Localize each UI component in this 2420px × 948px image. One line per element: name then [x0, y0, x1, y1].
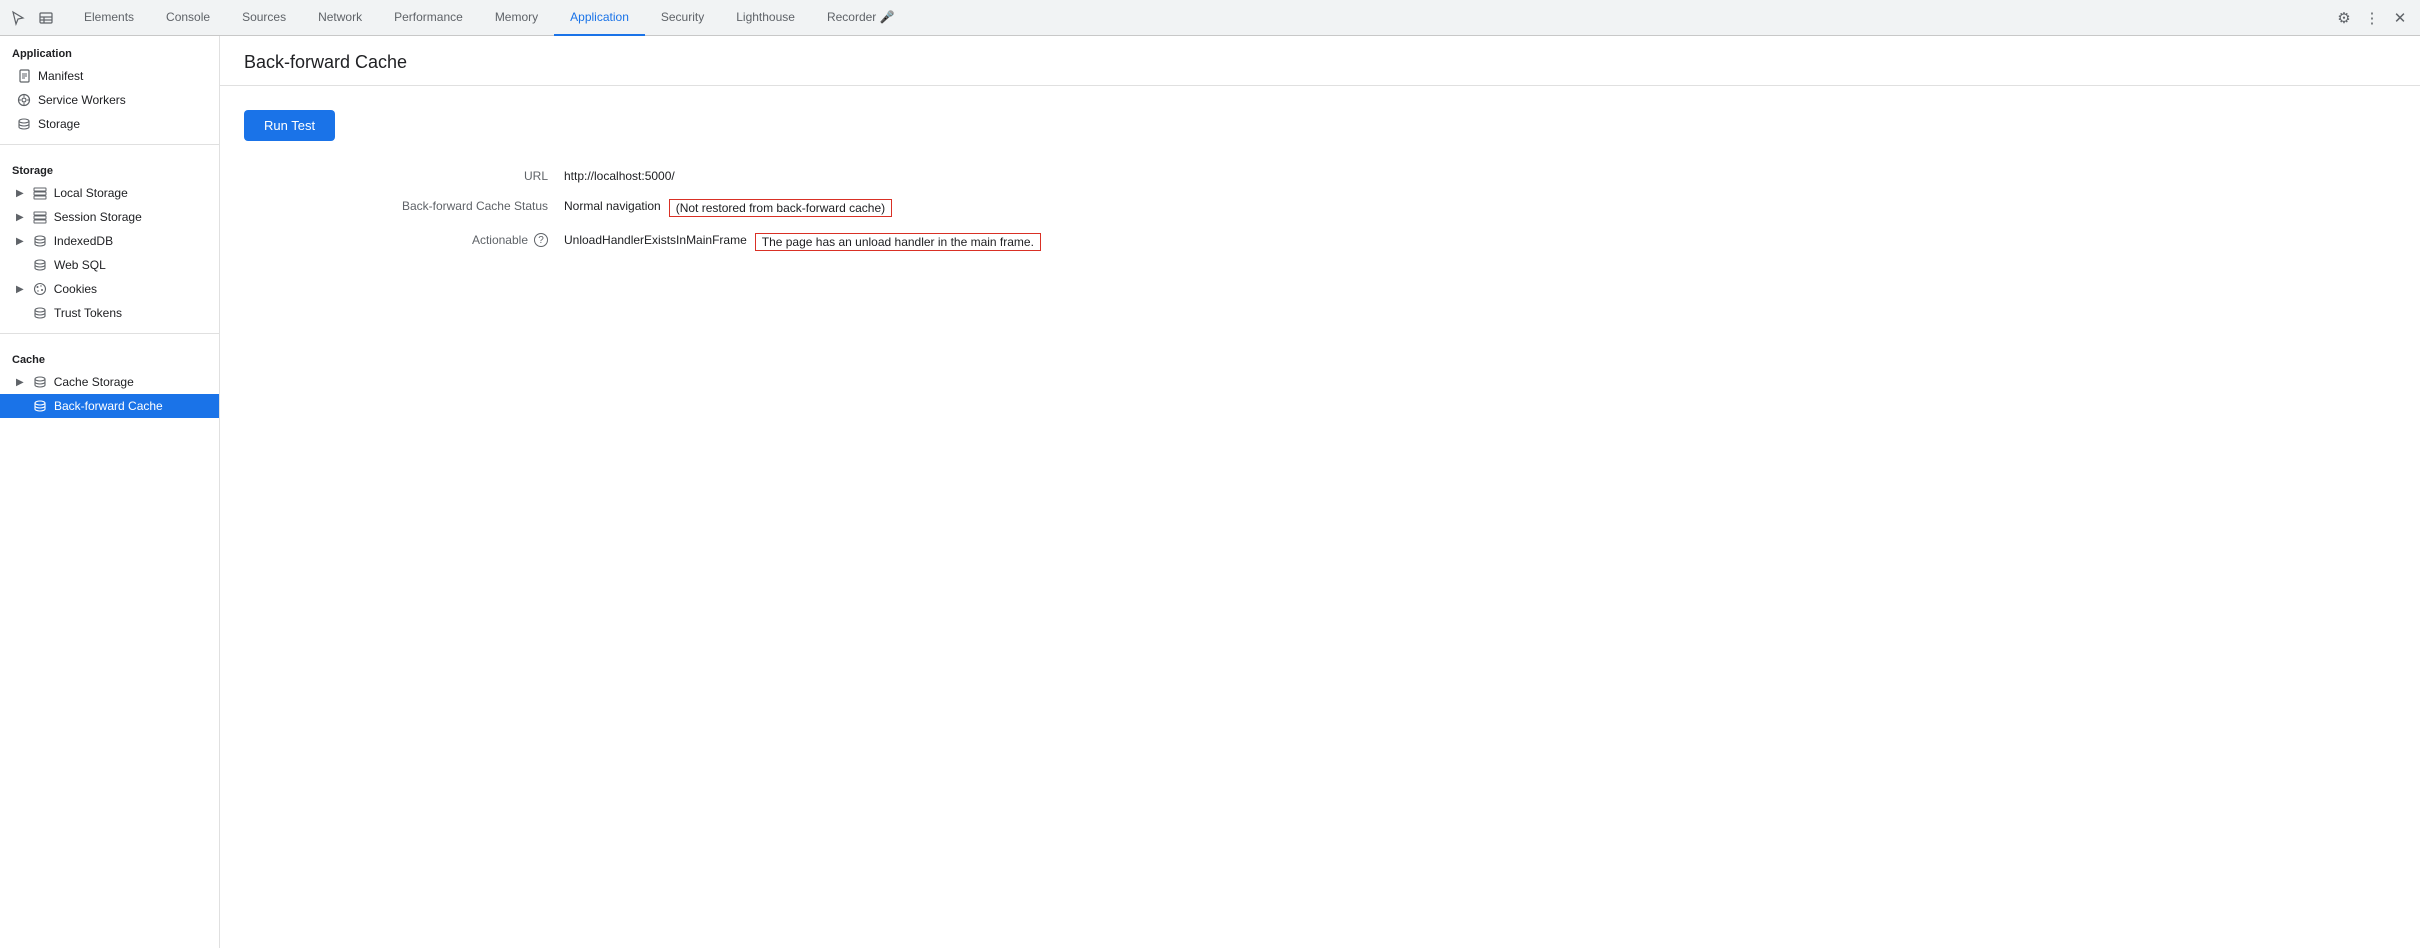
sidebar-item-local-storage[interactable]: ▶ Local Storage — [0, 181, 219, 205]
tab-memory[interactable]: Memory — [479, 0, 554, 36]
tab-recorder[interactable]: Recorder 🎤 — [811, 0, 911, 36]
back-forward-cache-icon — [32, 399, 48, 413]
sidebar-item-cookies[interactable]: ▶ Cookies — [0, 277, 219, 301]
cookies-icon — [32, 282, 48, 296]
tab-security[interactable]: Security — [645, 0, 720, 36]
status-normal-text: Normal navigation — [564, 199, 661, 213]
web-sql-icon — [32, 258, 48, 272]
sidebar-section-cache: Cache — [0, 342, 219, 370]
service-workers-icon — [16, 93, 32, 107]
sidebar-item-service-workers[interactable]: Service Workers — [0, 88, 219, 112]
actionable-label-text: Actionable — [472, 233, 528, 247]
more-icon[interactable]: ⋮ — [2360, 6, 2384, 30]
window-icon[interactable] — [36, 8, 56, 28]
cookies-label: Cookies — [54, 282, 97, 296]
actionable-label-cell: Actionable ? — [324, 233, 564, 251]
info-grid: URL http://localhost:5000/ Back-forward … — [324, 169, 2396, 251]
main-content: Back-forward Cache Run Test URL http://l… — [220, 36, 2420, 948]
content-body: Run Test URL http://localhost:5000/ Back… — [220, 86, 2420, 275]
local-storage-icon — [32, 186, 48, 200]
service-workers-label: Service Workers — [38, 93, 126, 107]
sidebar-item-indexeddb[interactable]: ▶ IndexedDB — [0, 229, 219, 253]
settings-icon[interactable]: ⚙ — [2332, 6, 2356, 30]
tab-list: Elements Console Sources Network Perform… — [68, 0, 2332, 36]
session-storage-icon — [32, 210, 48, 224]
cache-storage-icon — [32, 375, 48, 389]
tab-bar: Elements Console Sources Network Perform… — [0, 0, 2420, 36]
session-storage-label: Session Storage — [54, 210, 142, 224]
expand-arrow-local: ▶ — [16, 188, 24, 199]
sidebar-item-trust-tokens[interactable]: Trust Tokens — [0, 301, 219, 325]
tab-performance[interactable]: Performance — [378, 0, 479, 36]
sidebar-item-back-forward-cache[interactable]: Back-forward Cache — [0, 394, 219, 418]
tab-elements[interactable]: Elements — [68, 0, 150, 36]
cache-status-label: Back-forward Cache Status — [324, 199, 564, 217]
url-text: http://localhost:5000/ — [564, 169, 675, 183]
sidebar: Application Manifest — [0, 36, 220, 948]
trust-tokens-label: Trust Tokens — [54, 306, 122, 320]
indexeddb-label: IndexedDB — [54, 234, 113, 248]
cache-status-value: Normal navigation (Not restored from bac… — [564, 199, 2396, 217]
back-forward-cache-label: Back-forward Cache — [54, 399, 163, 413]
devtools-icons — [8, 8, 56, 28]
web-sql-label: Web SQL — [54, 258, 106, 272]
page-title: Back-forward Cache — [244, 52, 2396, 73]
content-header: Back-forward Cache — [220, 36, 2420, 86]
url-label: URL — [324, 169, 564, 183]
expand-arrow-session: ▶ — [16, 212, 24, 223]
sidebar-item-cache-storage[interactable]: ▶ Cache Storage — [0, 370, 219, 394]
tab-application[interactable]: Application — [554, 0, 645, 36]
expand-arrow-cookies: ▶ — [16, 284, 24, 295]
sidebar-item-web-sql[interactable]: Web SQL — [0, 253, 219, 277]
expand-arrow-idb: ▶ — [16, 236, 24, 247]
run-test-button[interactable]: Run Test — [244, 110, 335, 141]
tab-lighthouse[interactable]: Lighthouse — [720, 0, 811, 36]
actionable-reason: UnloadHandlerExistsInMainFrame — [564, 233, 747, 247]
actionable-label-container: Actionable ? — [472, 233, 548, 247]
cursor-icon[interactable] — [8, 8, 28, 28]
sidebar-divider-2 — [0, 333, 219, 334]
sidebar-section-application: Application — [0, 36, 219, 64]
tab-sources[interactable]: Sources — [226, 0, 302, 36]
manifest-label: Manifest — [38, 69, 83, 83]
sidebar-item-storage[interactable]: Storage — [0, 112, 219, 136]
sidebar-section-storage: Storage — [0, 153, 219, 181]
storage-icon — [16, 117, 32, 131]
close-icon[interactable]: ✕ — [2388, 6, 2412, 30]
local-storage-label: Local Storage — [54, 186, 128, 200]
tab-bar-actions: ⚙ ⋮ ✕ — [2332, 6, 2412, 30]
trust-tokens-icon — [32, 306, 48, 320]
sidebar-item-manifest[interactable]: Manifest — [0, 64, 219, 88]
actionable-value: UnloadHandlerExistsInMainFrame The page … — [564, 233, 2396, 251]
tab-console[interactable]: Console — [150, 0, 226, 36]
manifest-icon — [16, 69, 32, 83]
storage-label: Storage — [38, 117, 80, 131]
status-tag: (Not restored from back-forward cache) — [669, 199, 892, 217]
main-layout: Application Manifest — [0, 36, 2420, 948]
cache-storage-label: Cache Storage — [54, 375, 134, 389]
tab-network[interactable]: Network — [302, 0, 378, 36]
sidebar-divider-1 — [0, 144, 219, 145]
help-icon[interactable]: ? — [534, 233, 548, 247]
actionable-description-tag: The page has an unload handler in the ma… — [755, 233, 1041, 251]
indexeddb-icon — [32, 234, 48, 248]
sidebar-item-session-storage[interactable]: ▶ Session Storage — [0, 205, 219, 229]
expand-arrow-cache: ▶ — [16, 377, 24, 388]
url-value: http://localhost:5000/ — [564, 169, 2396, 183]
